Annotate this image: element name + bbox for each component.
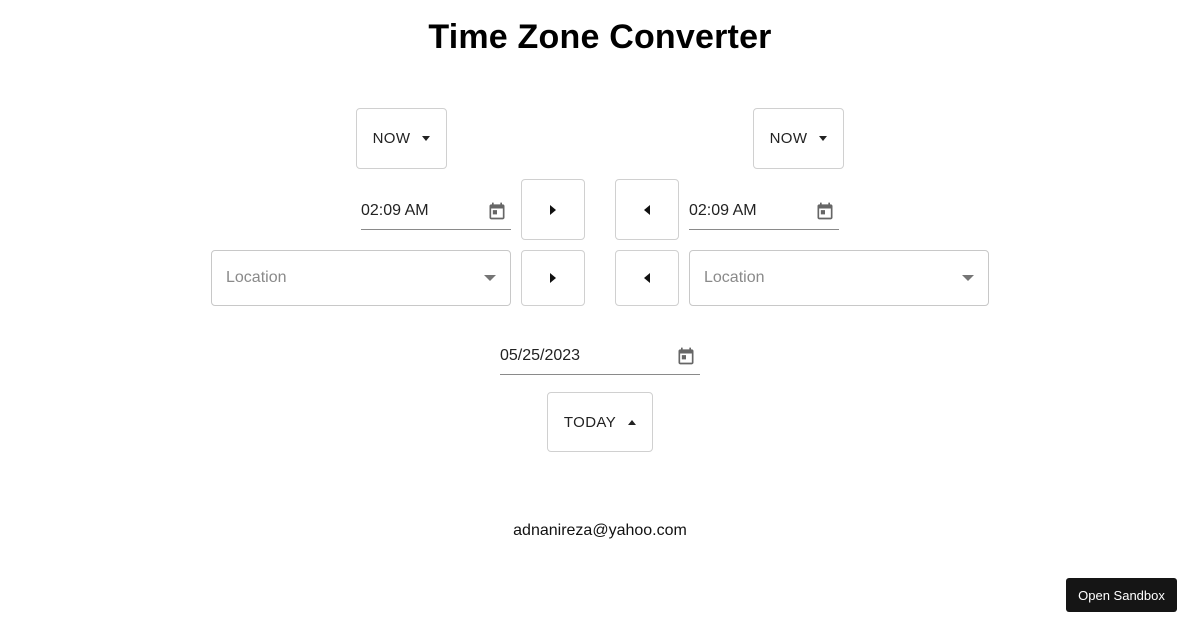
left-time-forward-button[interactable] (521, 179, 585, 240)
right-time-back-button[interactable] (615, 179, 679, 240)
right-location-select[interactable]: Location (689, 250, 989, 306)
caret-down-icon (484, 275, 496, 281)
arrow-left-icon (644, 204, 650, 215)
right-mode-label: NOW (769, 130, 808, 147)
arrow-right-icon (550, 204, 556, 215)
left-location-placeholder: Location (226, 269, 287, 286)
calendar-icon[interactable] (487, 201, 507, 221)
left-mode-label: NOW (372, 130, 411, 147)
caret-up-icon (628, 419, 637, 425)
left-time-value: 02:09 AM (361, 201, 429, 219)
date-value: 05/25/2023 (500, 346, 581, 364)
left-location-select[interactable]: Location (211, 250, 511, 306)
open-sandbox-button[interactable]: Open Sandbox (1066, 578, 1177, 612)
right-mode-dropdown[interactable]: NOW (753, 108, 844, 169)
calendar-icon[interactable] (676, 346, 696, 366)
date-input[interactable]: 05/25/2023 (500, 337, 700, 375)
right-time-input[interactable]: 02:09 AM (689, 192, 839, 230)
right-time-value: 02:09 AM (689, 201, 757, 219)
left-time-input[interactable]: 02:09 AM (361, 192, 511, 230)
right-location-back-button[interactable] (615, 250, 679, 306)
arrow-right-icon (550, 273, 556, 283)
right-location-placeholder: Location (704, 269, 765, 286)
left-location-forward-button[interactable] (521, 250, 585, 306)
caret-down-icon (819, 136, 828, 141)
date-mode-label: TODAY (563, 413, 617, 431)
calendar-icon[interactable] (815, 201, 835, 221)
arrow-left-icon (644, 273, 650, 283)
caret-down-icon (962, 275, 974, 281)
date-mode-dropdown[interactable]: TODAY (547, 392, 653, 452)
page-title: Time Zone Converter (428, 18, 772, 56)
contact-email: adnanireza@yahoo.com (513, 522, 687, 539)
left-mode-dropdown[interactable]: NOW (356, 108, 447, 169)
caret-down-icon (422, 136, 431, 141)
